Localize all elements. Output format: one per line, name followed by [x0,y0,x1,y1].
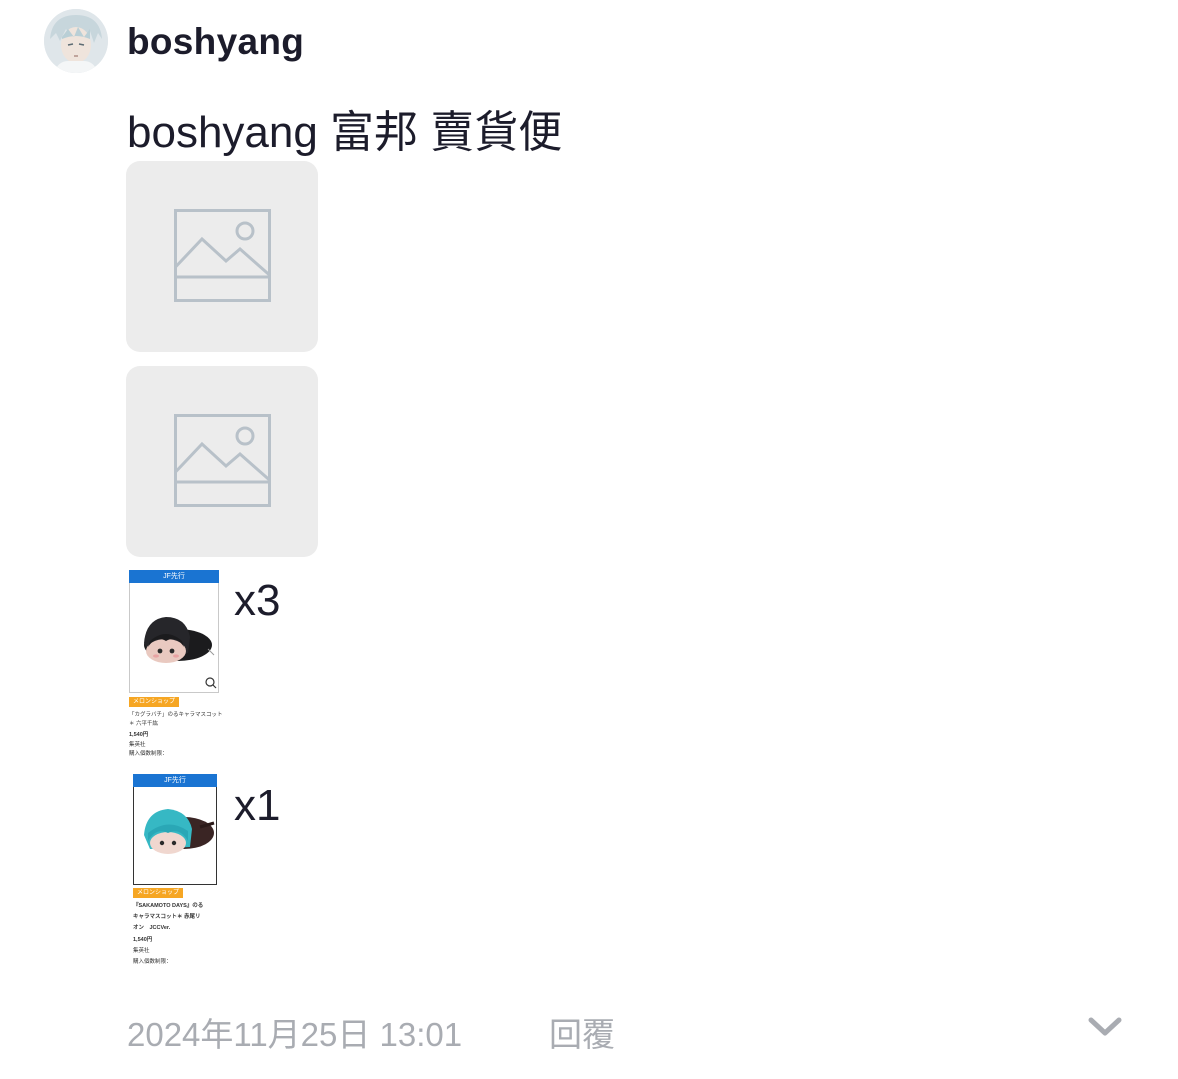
product-publisher: 集英社 [129,742,146,748]
product-header: JF先行 [129,570,219,583]
shop-tag: メロンショップ [133,888,184,898]
avatar[interactable] [44,9,108,73]
product-publisher: 集英社 [133,948,150,954]
image-attachment-1[interactable] [126,161,318,352]
product-image-2[interactable]: JF先行 メロンショップ 『SAKAMOTO DAYS』のる キャラマスコット＊… [131,774,221,970]
product-header: JF先行 [133,774,217,787]
plush-mascot-image [144,617,217,689]
shop-tag: メロンショップ [129,697,180,707]
image-placeholder-icon [174,414,271,507]
product-photo [129,583,219,693]
image-placeholder-icon [174,209,271,302]
reply-button[interactable]: 回覆 [549,1008,615,1056]
product-limit: 購入個数制限： [133,959,172,965]
product-title-line: 「カグラバチ」のるキャラマスコット [129,712,223,718]
product-photo [133,787,217,885]
product-title-line: キャラマスコット＊ 赤尾リ [133,914,201,920]
post-text: boshyang 富邦 賣貨便 [127,108,563,157]
quantity-label: x1 [234,781,281,830]
image-attachment-2[interactable] [126,366,318,557]
product-title-line: 『SAKAMOTO DAYS』のる [133,903,204,909]
post-timestamp: 2024年11月25日 13:01 [127,1016,463,1053]
product-title-line: ＊ 六平千紘 [129,721,159,727]
zoom-icon [205,677,215,687]
quantity-label: x3 [234,576,281,625]
product-limit: 購入個数制限： [129,751,168,757]
product-title-line: オン JCCVer. [133,925,171,931]
product-price: 1,540円 [133,937,153,943]
username[interactable]: boshyang [127,21,304,63]
plush-mascot-image [144,809,215,854]
chevron-down-icon[interactable] [1086,1014,1124,1045]
product-price: 1,540円 [129,732,149,738]
product-image-1[interactable]: JF先行 メロンショップ 「カグラバチ」のるキャラマスコット ＊ 六平千紘 1,… [127,570,223,764]
